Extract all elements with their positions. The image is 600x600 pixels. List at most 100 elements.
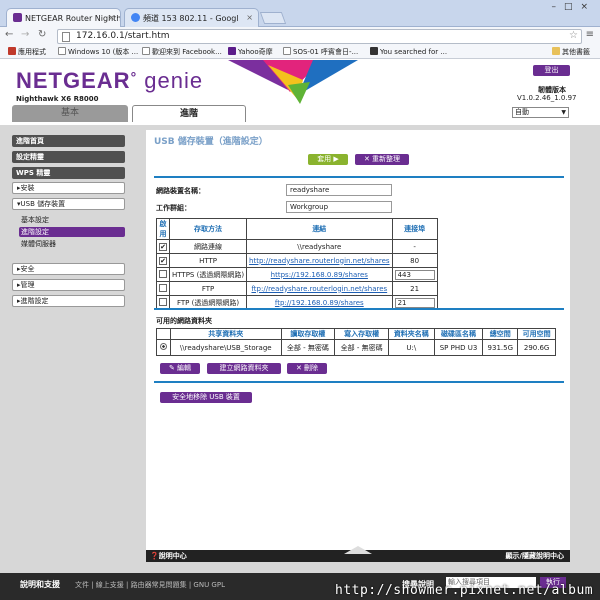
bookmark-star-icon[interactable]: ☆ bbox=[569, 30, 578, 41]
workgroup-label: 工作群組： bbox=[156, 204, 191, 212]
bookmark-yahoo[interactable]: Yahoo奇摩 bbox=[228, 47, 273, 57]
support-label: 說明和支援 bbox=[20, 580, 60, 589]
safe-remove-usb-button[interactable]: 安全地移除 USB 裝置 bbox=[160, 392, 252, 403]
edit-button[interactable]: ✎ 編輯 bbox=[160, 363, 200, 374]
bookmark-sos[interactable]: SOS-01 呼賓會日-... bbox=[283, 47, 358, 57]
apply-button[interactable]: 套用 ▶ bbox=[308, 154, 348, 165]
free-cell: 290.6G bbox=[517, 339, 556, 356]
share-link[interactable]: ftp://readyshare.routerlogin.net/shares bbox=[251, 285, 387, 293]
share-link[interactable]: ftp://192.168.0.89/shares bbox=[275, 299, 364, 307]
folder-cell: U:\ bbox=[387, 339, 435, 356]
method-cell: 網路連線 bbox=[168, 239, 248, 254]
total-cell: 931.5G bbox=[482, 339, 519, 356]
forward-icon[interactable]: → bbox=[21, 29, 29, 40]
col-volume: 磁碟區名稱 bbox=[433, 328, 484, 340]
browser-tab-netgear[interactable]: NETGEAR Router Nighth × bbox=[6, 8, 121, 27]
col-read: 讀取存取權 bbox=[280, 328, 336, 340]
method-cell: HTTP bbox=[168, 253, 248, 268]
page-title: USB 儲存裝置（進階設定） bbox=[154, 137, 268, 147]
toggle-help-link[interactable]: 顯示/隱藏說明中心 bbox=[505, 551, 564, 561]
port-cell: - bbox=[391, 239, 438, 254]
refresh-button[interactable]: ✕ 重新整理 bbox=[355, 154, 409, 165]
col-enable: 啟用 bbox=[156, 218, 170, 240]
divider bbox=[154, 381, 564, 383]
bookmark-searched[interactable]: You searched for ... bbox=[370, 47, 447, 56]
firmware-version: V1.0.2.46_1.0.97 bbox=[517, 94, 577, 102]
col-link: 連結 bbox=[246, 218, 393, 240]
menu-icon[interactable]: ≡ bbox=[586, 29, 594, 40]
support-links[interactable]: 文件 | 線上支援 | 路由器常見問題集 | GNU GPL bbox=[75, 580, 225, 590]
sidebar-subitem-advanced-settings[interactable]: 進階設定 bbox=[19, 227, 125, 237]
close-tab-icon[interactable]: × bbox=[108, 13, 115, 22]
tab-basic[interactable]: 基本 bbox=[12, 105, 128, 122]
share-link[interactable]: http://readyshare.routerlogin.net/shares bbox=[249, 257, 390, 265]
new-tab-button[interactable] bbox=[259, 12, 287, 24]
sidebar-item-advanced-home[interactable]: 進階首頁 bbox=[12, 135, 125, 147]
sidebar-item-security[interactable]: ▸安全 bbox=[12, 263, 125, 275]
expand-arrow-icon[interactable] bbox=[344, 546, 372, 554]
volume-cell: SP PHD U3 bbox=[433, 339, 484, 356]
language-select[interactable]: 自動 ▼ bbox=[512, 107, 569, 118]
access-method-table: 啟用 存取方法 連結 連接埠 ✔ 網路連線 \\readyshare - ✔ H… bbox=[156, 218, 438, 310]
sidebar-item-setup-wizard[interactable]: 設定精靈 bbox=[12, 151, 125, 163]
enable-checkbox[interactable]: ✔ bbox=[159, 243, 167, 251]
sidebar-item-setup[interactable]: ▸安裝 bbox=[12, 182, 125, 194]
tab-label: NETGEAR Router Nighth bbox=[25, 14, 121, 23]
device-name-input[interactable]: readyshare bbox=[286, 184, 392, 196]
sidebar-item-administration[interactable]: ▸管理 bbox=[12, 279, 125, 291]
router-model: Nighthawk X6 R8000 bbox=[16, 95, 99, 103]
bookmark-apps[interactable]: 應用程式 bbox=[8, 47, 46, 57]
sidebar-item-usb-storage[interactable]: ▾USB 儲存裝置 bbox=[12, 198, 125, 210]
netgear-favicon-icon bbox=[13, 13, 22, 22]
table-row: FTP ftp://readyshare.routerlogin.net/sha… bbox=[156, 281, 438, 296]
table-row[interactable]: \\readyshare\USB_Storage 全部 - 無密碼 全部 - 無… bbox=[156, 339, 556, 356]
folder-radio[interactable] bbox=[160, 343, 167, 350]
help-center-link[interactable]: ❓說明中心 bbox=[150, 551, 187, 561]
link-cell: \\readyshare bbox=[246, 239, 393, 254]
sidebar-item-advanced-setup[interactable]: ▸進階設定 bbox=[12, 295, 125, 307]
port-input[interactable]: 21 bbox=[394, 297, 435, 308]
folder-icon bbox=[552, 47, 560, 55]
page-icon bbox=[58, 47, 66, 55]
read-cell: 全部 - 無密碼 bbox=[280, 339, 336, 356]
sidebar-subitem-media-server[interactable]: 媒體伺服器 bbox=[19, 239, 125, 249]
back-icon[interactable]: ← bbox=[5, 29, 13, 40]
enable-checkbox[interactable] bbox=[159, 284, 167, 292]
bookmark-facebook[interactable]: 歡迎來到 Facebook... bbox=[142, 47, 222, 57]
network-folders-table: 共享資料夾 讀取存取權 寫入存取權 資料夾名稱 磁碟區名稱 總空間 可用空間 \… bbox=[156, 328, 556, 356]
method-cell: HTTPS (透過網際網路) bbox=[168, 267, 248, 282]
share-link[interactable]: https://192.168.0.89/shares bbox=[271, 271, 368, 279]
address-bar[interactable]: 172.16.0.1/start.htm bbox=[57, 29, 582, 44]
logout-button[interactable]: 登出 bbox=[533, 65, 570, 76]
workgroup-input[interactable]: Workgroup bbox=[286, 201, 392, 213]
page-icon bbox=[62, 32, 70, 42]
available-folders-label: 可用的網路資料夾 bbox=[156, 317, 212, 325]
help-center-bar: ❓說明中心 顯示/隱藏說明中心 bbox=[146, 546, 570, 562]
enable-checkbox[interactable] bbox=[159, 298, 167, 306]
enable-checkbox[interactable]: ✔ bbox=[159, 257, 167, 265]
port-cell: 80 bbox=[391, 253, 438, 268]
sidebar-subitem-basic-settings[interactable]: 基本設定 bbox=[19, 215, 125, 225]
page-icon bbox=[142, 47, 150, 55]
browser-tab-google[interactable]: 頻道 153 802.11 - Googl × bbox=[124, 8, 259, 27]
bookmark-windows10[interactable]: Windows 10 (版本 ... bbox=[58, 47, 138, 57]
device-name-label: 網路裝置名稱： bbox=[156, 187, 205, 195]
col-port: 連接埠 bbox=[391, 218, 438, 240]
window-controls[interactable]: –□× bbox=[551, 2, 596, 12]
create-folder-button[interactable]: 建立網路資料夾 bbox=[207, 363, 281, 374]
port-cell: 21 bbox=[391, 281, 438, 296]
col-free: 可用空間 bbox=[517, 328, 556, 340]
delete-button[interactable]: ✕ 刪除 bbox=[287, 363, 327, 374]
method-cell: FTP bbox=[168, 281, 248, 296]
tab-advanced[interactable]: 進階 bbox=[132, 105, 246, 122]
bookmark-other[interactable]: 其他書籤 bbox=[552, 47, 590, 57]
reload-icon[interactable]: ↻ bbox=[38, 29, 46, 40]
watermark-text: http://showmer.pixnet.net/album bbox=[335, 583, 594, 598]
col-folder: 資料夾名稱 bbox=[387, 328, 435, 340]
port-input[interactable]: 443 bbox=[394, 269, 435, 280]
enable-checkbox[interactable] bbox=[159, 270, 167, 278]
close-tab-icon[interactable]: × bbox=[246, 13, 253, 22]
table-row: ✔ HTTP http://readyshare.routerlogin.net… bbox=[156, 253, 438, 268]
sidebar-item-wps-wizard[interactable]: WPS 精靈 bbox=[12, 167, 125, 179]
bookmarks-bar: 應用程式 Windows 10 (版本 ... 歡迎來到 Facebook...… bbox=[0, 45, 600, 59]
